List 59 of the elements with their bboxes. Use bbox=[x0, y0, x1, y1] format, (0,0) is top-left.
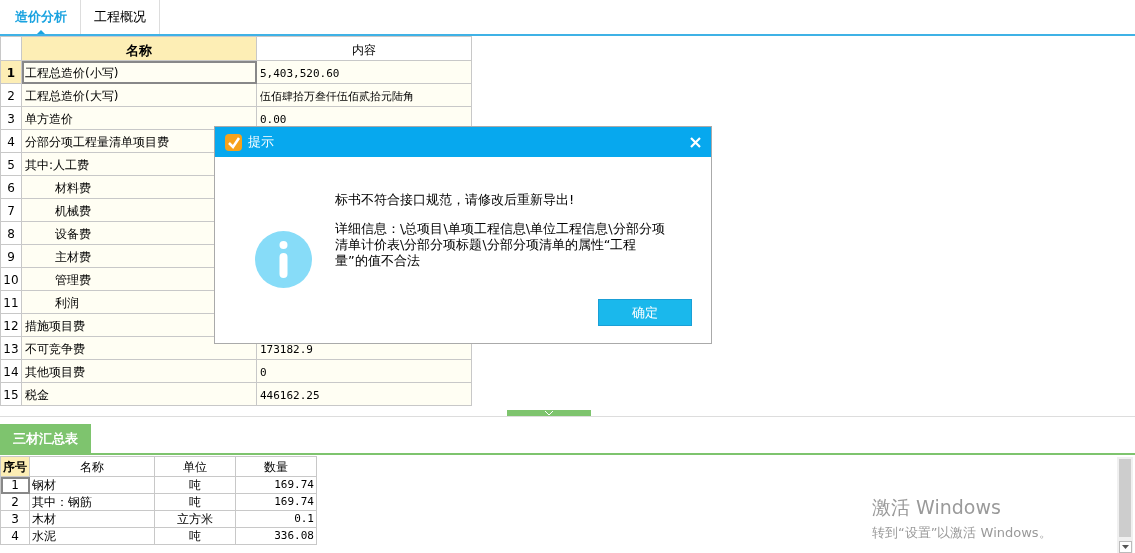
row-number: 13 bbox=[0, 336, 22, 360]
row-number: 2 bbox=[0, 83, 22, 107]
ok-button[interactable]: 确定 bbox=[598, 299, 692, 326]
scroll-down-icon[interactable] bbox=[1119, 541, 1132, 553]
table-cell: 其中：钢筋 bbox=[29, 493, 155, 511]
column-header: 单位 bbox=[154, 456, 236, 477]
table-cell: 木材 bbox=[29, 510, 155, 528]
row-number: 7 bbox=[0, 198, 22, 222]
table-cell: 169.74 bbox=[235, 476, 317, 494]
table-cell: 钢材 bbox=[29, 476, 155, 494]
table-cell: 工程总造价(小写) bbox=[21, 60, 257, 84]
table-cell: 水泥 bbox=[29, 527, 155, 545]
row-number: 11 bbox=[0, 290, 22, 314]
table-cell: 173182.9 bbox=[260, 343, 313, 356]
row-number: 3 bbox=[0, 510, 30, 528]
row-number: 1 bbox=[0, 476, 30, 494]
table-cell: 0 bbox=[260, 366, 267, 379]
dialog-details: 详细信息：\总项目\单项工程信息\单位工程信息\分部分项清单计价表\分部分项标题\分部分项清单的属性“工程量”的值不合法 bbox=[335, 221, 665, 269]
table-cell: 税金 bbox=[21, 382, 257, 406]
table-cell: 立方米 bbox=[154, 510, 236, 528]
row-number: 9 bbox=[0, 244, 22, 268]
app-logo-icon bbox=[225, 133, 242, 151]
panel-tab[interactable]: 三材汇总表 bbox=[0, 424, 91, 454]
table-cell: 其他项目费 bbox=[21, 359, 257, 383]
row-number: 6 bbox=[0, 175, 22, 199]
row-number: 4 bbox=[0, 527, 30, 545]
row-number: 4 bbox=[0, 129, 22, 153]
table-cell: 吨 bbox=[154, 493, 236, 511]
table-cell: 吨 bbox=[154, 527, 236, 545]
row-number: 10 bbox=[0, 267, 22, 291]
row-number: 3 bbox=[0, 106, 22, 130]
row-number: 2 bbox=[0, 493, 30, 511]
table-cell: 0.00 bbox=[260, 113, 287, 126]
activation-title: 激活 Windows bbox=[872, 495, 1002, 520]
dialog-message: 标书不符合接口规范，请修改后重新导出! bbox=[335, 191, 576, 209]
table-cell: 169.74 bbox=[235, 493, 317, 511]
row-number: 5 bbox=[0, 152, 22, 176]
row-number: 14 bbox=[0, 359, 22, 383]
table-cell: 工程总造价(大写) bbox=[21, 83, 257, 107]
activation-text: 转到“设置”以激活 Windows。 bbox=[872, 524, 1052, 542]
table-cell: 446162.25 bbox=[260, 389, 320, 402]
column-header: 数量 bbox=[235, 456, 317, 477]
close-icon[interactable] bbox=[690, 136, 701, 148]
info-icon bbox=[255, 231, 312, 288]
row-number: 1 bbox=[0, 60, 22, 84]
table-cell: 伍佰肆拾万叁仟伍佰贰拾元陆角 bbox=[260, 90, 414, 103]
row-number: 12 bbox=[0, 313, 22, 337]
scrollbar[interactable] bbox=[1117, 457, 1133, 553]
table-cell: 吨 bbox=[154, 476, 236, 494]
table-cell: 0.1 bbox=[235, 510, 317, 528]
column-header: 名称 bbox=[29, 456, 155, 477]
column-header: 名称 bbox=[21, 36, 257, 61]
column-header: 序号 bbox=[0, 456, 30, 477]
table-cell: 5,403,520.60 bbox=[260, 67, 340, 80]
table-cell: 336.08 bbox=[235, 527, 317, 545]
splitter-handle[interactable] bbox=[507, 410, 591, 416]
column-header: 内容 bbox=[256, 36, 472, 61]
row-number: 15 bbox=[0, 382, 22, 406]
row-number: 8 bbox=[0, 221, 22, 245]
